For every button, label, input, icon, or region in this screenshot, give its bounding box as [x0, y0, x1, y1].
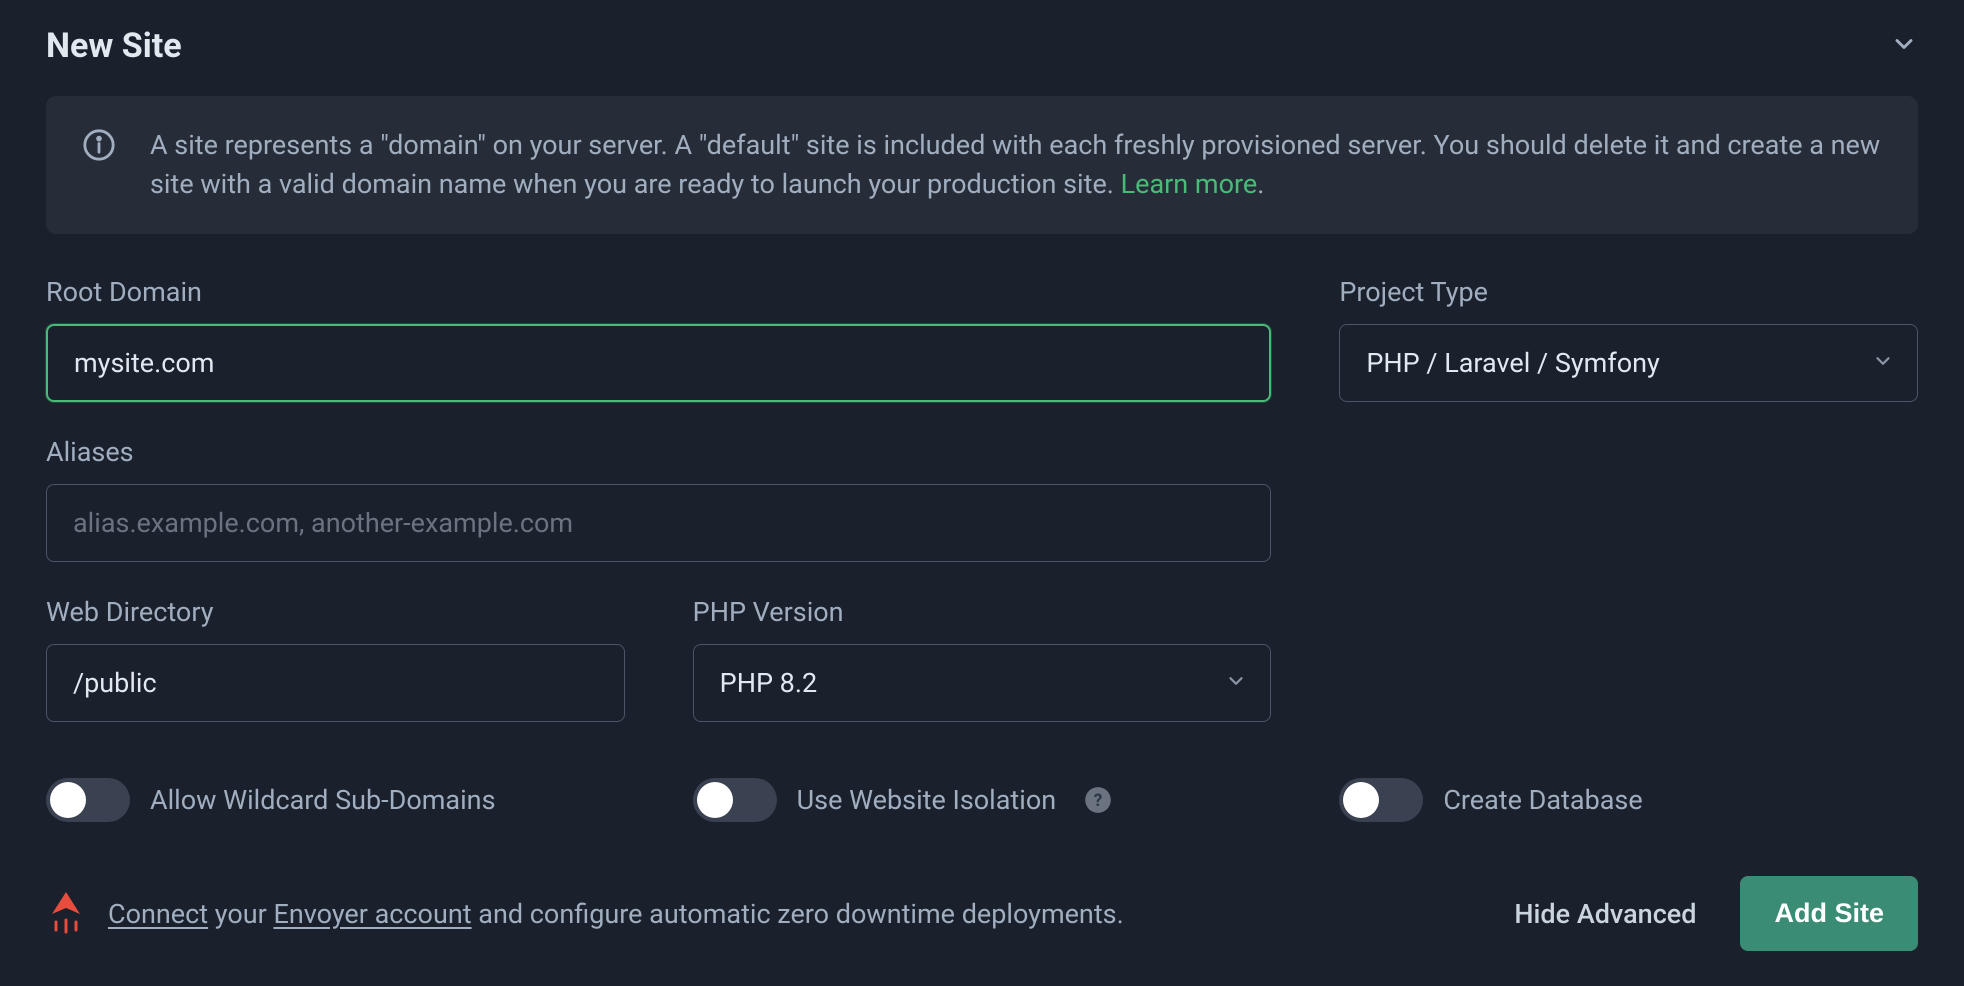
envoyer-text: Connect your Envoyer account and configu…: [108, 898, 1124, 930]
root-domain-label: Root Domain: [46, 276, 1271, 308]
info-text-body: A site represents a "domain" on your ser…: [150, 129, 1880, 200]
hide-advanced-button[interactable]: Hide Advanced: [1514, 898, 1696, 930]
aliases-input[interactable]: [46, 484, 1271, 562]
database-toggle[interactable]: [1339, 778, 1423, 822]
project-type-value: PHP / Laravel / Symfony: [1366, 347, 1659, 379]
isolation-toggle-group: Use Website Isolation ?: [693, 778, 1272, 822]
isolation-toggle[interactable]: [693, 778, 777, 822]
info-text-period: .: [1257, 168, 1264, 200]
svg-text:?: ?: [1094, 791, 1103, 811]
envoyer-mid1: your: [208, 898, 273, 930]
envoyer-account-link[interactable]: Envoyer account: [273, 898, 471, 930]
php-version-select[interactable]: PHP 8.2: [693, 644, 1272, 722]
new-site-panel: New Site A site represents a "domain" on…: [0, 0, 1964, 985]
dir-php-row: Web Directory PHP Version PHP 8.2: [46, 596, 1271, 722]
web-directory-label: Web Directory: [46, 596, 625, 628]
bottom-actions: Hide Advanced Add Site: [1514, 876, 1918, 951]
wildcard-toggle[interactable]: [46, 778, 130, 822]
wildcard-toggle-group: Allow Wildcard Sub-Domains: [46, 778, 625, 822]
wildcard-toggle-label: Allow Wildcard Sub-Domains: [150, 784, 496, 816]
root-domain-field-group: Root Domain: [46, 276, 1271, 402]
info-banner: A site represents a "domain" on your ser…: [46, 96, 1918, 234]
connect-link[interactable]: Connect: [108, 898, 208, 930]
form-area: Root Domain Project Type PHP / Laravel /…: [46, 276, 1918, 722]
bottom-row: Connect your Envoyer account and configu…: [46, 876, 1918, 951]
add-site-button[interactable]: Add Site: [1740, 876, 1918, 951]
root-domain-input[interactable]: [46, 324, 1271, 402]
project-type-label: Project Type: [1339, 276, 1918, 308]
envoyer-mid2: and configure automatic zero downtime de…: [472, 898, 1124, 930]
project-type-select[interactable]: PHP / Laravel / Symfony: [1339, 324, 1918, 402]
envoyer-icon: [46, 890, 86, 938]
learn-more-link[interactable]: Learn more: [1121, 168, 1258, 200]
info-icon: [82, 126, 116, 166]
help-icon[interactable]: ?: [1084, 786, 1112, 814]
collapse-chevron-icon[interactable]: [1890, 30, 1918, 62]
database-toggle-label: Create Database: [1443, 784, 1642, 816]
database-toggle-group: Create Database: [1339, 778, 1918, 822]
aliases-field-group: Aliases: [46, 436, 1271, 562]
php-version-field-group: PHP Version PHP 8.2: [693, 596, 1272, 722]
info-text: A site represents a "domain" on your ser…: [150, 126, 1882, 204]
php-version-label: PHP Version: [693, 596, 1272, 628]
envoyer-prompt: Connect your Envoyer account and configu…: [46, 890, 1124, 938]
page-title: New Site: [46, 26, 182, 66]
spacer: [1339, 436, 1918, 562]
isolation-toggle-label: Use Website Isolation: [797, 784, 1056, 816]
panel-header: New Site: [46, 26, 1918, 66]
project-type-field-group: Project Type PHP / Laravel / Symfony: [1339, 276, 1918, 402]
web-directory-field-group: Web Directory: [46, 596, 625, 722]
aliases-label: Aliases: [46, 436, 1271, 468]
web-directory-input[interactable]: [46, 644, 625, 722]
toggles-row: Allow Wildcard Sub-Domains Use Website I…: [46, 778, 1918, 822]
php-version-value: PHP 8.2: [720, 667, 818, 699]
